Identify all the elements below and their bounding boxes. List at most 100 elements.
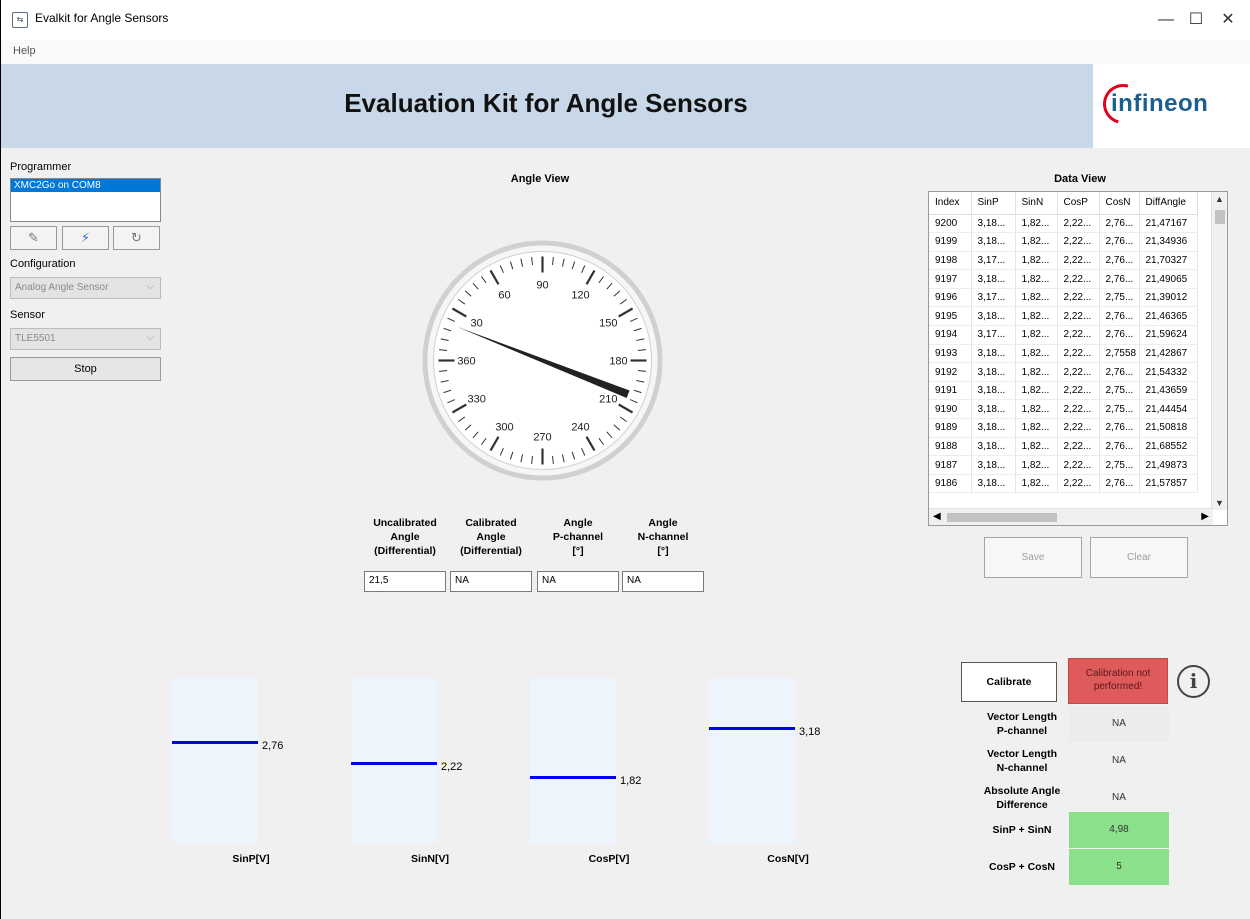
- angle-field-input[interactable]: NA: [537, 571, 619, 592]
- angle-field-header-line: Angle: [390, 531, 420, 543]
- result-label-line: Absolute Angle: [983, 785, 1061, 797]
- table-cell: 21,70327: [1139, 251, 1198, 271]
- table-cell: 2,22...: [1057, 437, 1100, 457]
- logo-text: infineon: [1111, 90, 1209, 117]
- bar-value: 3,18: [799, 725, 821, 738]
- table-cell: 2,22...: [1057, 325, 1100, 345]
- table-cell: 2,76...: [1099, 362, 1140, 382]
- window-border: [0, 148, 1, 919]
- table-row[interactable]: 9199 3,18... 1,82... 2,22... 2,76... 21,34936: [929, 232, 1198, 252]
- angle-field-header-line: [°]: [572, 545, 584, 557]
- bar-label: SinN[V]: [411, 853, 449, 865]
- stop-button[interactable]: Stop: [10, 357, 161, 381]
- programmer-list-item[interactable]: XMC2Go on COM8: [11, 179, 160, 192]
- table-cell: 3,18...: [971, 381, 1016, 401]
- table-cell: 9196: [929, 288, 972, 308]
- table-row[interactable]: 9200 3,18... 1,82... 2,22... 2,76... 21,47167: [929, 214, 1198, 234]
- edit-button[interactable]: ✎: [10, 226, 57, 250]
- table-row[interactable]: 9194 3,17... 1,82... 2,22... 2,76... 21,59624: [929, 325, 1198, 345]
- scroll-right-icon[interactable]: ▶: [1201, 511, 1209, 522]
- angle-field-input[interactable]: 21,5: [364, 571, 446, 592]
- table-cell: 21,54332: [1139, 362, 1198, 382]
- scroll-up-icon[interactable]: ▲: [1212, 192, 1227, 206]
- table-row[interactable]: 9192 3,18... 1,82... 2,22... 2,76... 21,54332: [929, 362, 1198, 382]
- programmer-list[interactable]: XMC2Go on COM8: [10, 178, 161, 222]
- table-cell: 2,7558: [1099, 344, 1140, 364]
- angle-field-header: Angle N-channel [°]: [620, 516, 706, 558]
- angle-field-header-line: (Differential): [374, 545, 436, 557]
- configuration-select[interactable]: Analog Angle Sensor ⌵: [10, 277, 161, 299]
- column-header[interactable]: Index: [929, 192, 972, 215]
- table-cell: 21,44454: [1139, 399, 1198, 420]
- bar-background: [709, 678, 795, 844]
- result-label-line: P-channel: [996, 725, 1048, 737]
- table-row[interactable]: 9190 3,18... 1,82... 2,22... 2,75... 21,44454: [929, 399, 1198, 420]
- gauge-scale-label: 150: [599, 318, 617, 330]
- table-row[interactable]: 9193 3,18... 1,82... 2,22... 2,7558 21,42867: [929, 344, 1198, 364]
- table-row[interactable]: 9188 3,18... 1,82... 2,22... 2,76... 21,68552: [929, 437, 1198, 457]
- info-icon[interactable]: i: [1177, 665, 1210, 698]
- sensor-value: TLE5501: [15, 333, 56, 344]
- result-label: Absolute Angle Difference: [968, 784, 1076, 812]
- data-table[interactable]: Index SinP SinN CosP CosN DiffAngle 9200 3,18.…: [928, 191, 1228, 526]
- table-cell: 2,76...: [1099, 232, 1140, 252]
- configuration-label: Configuration: [10, 258, 76, 270]
- column-header[interactable]: SinN: [1015, 192, 1058, 215]
- table-cell: 1,82...: [1015, 306, 1058, 327]
- table-cell: 1,82...: [1015, 418, 1058, 438]
- sensor-select[interactable]: TLE5501 ⌵: [10, 328, 161, 350]
- result-label: CosP + CosN: [968, 860, 1076, 874]
- column-header[interactable]: CosN: [1099, 192, 1140, 215]
- gauge-scale-label: 90: [536, 280, 548, 292]
- table-cell: 2,76...: [1099, 251, 1140, 271]
- table-cell: 3,17...: [971, 251, 1016, 271]
- table-row[interactable]: 9186 3,18... 1,82... 2,22... 2,76... 21,57857: [929, 474, 1198, 494]
- scroll-left-icon[interactable]: ◀: [933, 511, 941, 522]
- table-cell: 9186: [929, 474, 972, 494]
- table-row[interactable]: 9187 3,18... 1,82... 2,22... 2,75... 21,49873: [929, 455, 1198, 475]
- table-cell: 21,42867: [1139, 344, 1198, 364]
- refresh-button[interactable]: ↻: [113, 226, 160, 250]
- angle-field-input[interactable]: NA: [622, 571, 704, 592]
- column-header[interactable]: SinP: [971, 192, 1016, 215]
- vertical-scrollbar[interactable]: ▲ ▼: [1211, 192, 1227, 510]
- column-header[interactable]: CosP: [1057, 192, 1100, 215]
- table-cell: 1,82...: [1015, 474, 1058, 494]
- scroll-down-icon[interactable]: ▼: [1212, 496, 1227, 510]
- angle-field-header-line: N-channel: [637, 531, 689, 543]
- table-cell: 2,76...: [1099, 418, 1140, 438]
- table-cell: 2,75...: [1099, 455, 1140, 475]
- title-bar: ⇆ Evalkit for Angle Sensors — ☐ ✕: [0, 0, 1250, 40]
- table-row[interactable]: 9197 3,18... 1,82... 2,22... 2,76... 21,49065: [929, 269, 1198, 289]
- table-row[interactable]: 9198 3,17... 1,82... 2,22... 2,76... 21,70327: [929, 251, 1198, 271]
- bar-label: CosN[V]: [767, 853, 809, 865]
- angle-gauge: 30 60 90 120 150 180 210 240 270 300 330 360: [422, 240, 663, 481]
- maximize-button[interactable]: ☐: [1181, 8, 1211, 32]
- table-row[interactable]: 9196 3,17... 1,82... 2,22... 2,75... 21,39012: [929, 288, 1198, 308]
- gauge-scale-label: 180: [609, 356, 627, 368]
- table-row[interactable]: 9195 3,18... 1,82... 2,22... 2,76... 21,46365: [929, 306, 1198, 327]
- column-header[interactable]: DiffAngle: [1139, 192, 1198, 215]
- clear-button[interactable]: Clear: [1090, 537, 1188, 578]
- table-cell: 2,22...: [1057, 306, 1100, 327]
- calibrate-button[interactable]: Calibrate: [961, 662, 1057, 702]
- table-cell: 9199: [929, 232, 972, 252]
- close-button[interactable]: ✕: [1213, 8, 1243, 32]
- hscroll-thumb[interactable]: [947, 513, 1057, 522]
- connect-button[interactable]: ⚡: [62, 226, 109, 250]
- horizontal-scrollbar[interactable]: ◀ ▶: [929, 508, 1213, 525]
- table-row[interactable]: 9191 3,18... 1,82... 2,22... 2,75... 21,43659: [929, 381, 1198, 401]
- save-button[interactable]: Save: [984, 537, 1082, 578]
- table-cell: 21,59624: [1139, 325, 1198, 345]
- refresh-icon: ↻: [131, 230, 142, 245]
- table-cell: 9192: [929, 362, 972, 382]
- angle-field-input[interactable]: NA: [450, 571, 532, 592]
- menu-help[interactable]: Help: [13, 45, 36, 57]
- bar-value: 2,76: [262, 740, 284, 753]
- table-row[interactable]: 9189 3,18... 1,82... 2,22... 2,76... 21,50818: [929, 418, 1198, 438]
- table-cell: 2,76...: [1099, 325, 1140, 345]
- scroll-thumb[interactable]: [1215, 210, 1225, 224]
- minimize-button[interactable]: —: [1151, 8, 1181, 32]
- programmer-label: Programmer: [10, 161, 72, 173]
- table-cell: 3,18...: [971, 269, 1016, 289]
